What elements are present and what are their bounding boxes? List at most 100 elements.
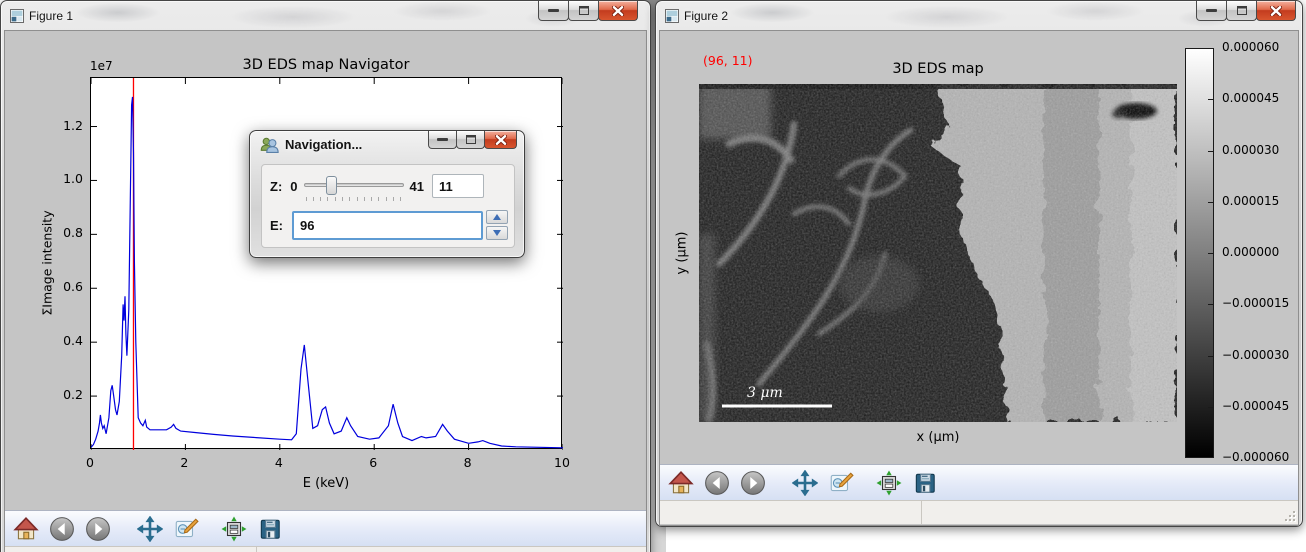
eds-map-image[interactable]: 3 μm (699, 84, 1177, 422)
figure1-maximize-button[interactable] (568, 1, 599, 21)
navigation-dialog: Navigation... Z: 0 (249, 130, 525, 258)
save-icon (257, 516, 283, 542)
z-axis-label: Z: (270, 179, 282, 194)
forward-button[interactable] (740, 470, 766, 496)
pan-icon (137, 516, 163, 542)
y-tick-label: 0.6 (41, 279, 83, 294)
statusbar-cell (922, 501, 1298, 524)
close-icon (495, 135, 507, 145)
y-tick-label: 1.2 (41, 118, 83, 133)
e-value-input[interactable] (292, 211, 483, 240)
figure2-statusbar (660, 500, 1298, 524)
minimize-icon (548, 9, 559, 12)
figure1-offset-text: 1e7 (90, 59, 113, 73)
pan-button[interactable] (137, 516, 163, 542)
configure-subplots-button[interactable] (876, 470, 902, 496)
colorbar-tick-label: 0.000015 (1222, 194, 1279, 208)
z-slider-track[interactable] (304, 183, 404, 187)
people-icon (260, 136, 279, 153)
figure2-minimize-button[interactable] (1196, 1, 1227, 21)
y-tick-label: 0.4 (41, 333, 83, 348)
figure1-xlabel: E (keV) (90, 476, 562, 491)
home-icon (668, 470, 694, 496)
colorbar-tick-mark (1208, 202, 1214, 203)
figure2-canvas: (96, 11) 3D EDS map y (μm) x (μm) (659, 30, 1299, 526)
pan-button[interactable] (792, 470, 818, 496)
matplotlib-window-icon (665, 9, 679, 23)
colorbar-tick-label: 0.000060 (1222, 40, 1279, 54)
statusbar-cell (257, 547, 646, 552)
figure2-toolbar (660, 464, 1298, 500)
zoom-rect-button[interactable] (173, 516, 199, 542)
figure1-close-button[interactable] (598, 1, 638, 21)
arrow-up-icon (493, 214, 501, 220)
dialog-close-button[interactable] (484, 131, 517, 149)
x-tick-label: 4 (262, 455, 296, 470)
dialog-maximize-button[interactable] (456, 131, 485, 149)
z-min-label: 0 (290, 179, 297, 194)
maximize-icon (466, 135, 476, 144)
zoom-rect-icon (173, 516, 199, 542)
forward-button[interactable] (85, 516, 111, 542)
z-value-input[interactable] (432, 174, 484, 198)
statusbar-cell (5, 547, 257, 552)
figure2-window: Figure 2 (96, 11) 3D EDS map y (μm) x (μ… (655, 0, 1303, 527)
statusbar-cell (660, 501, 922, 524)
figure2-ylabel: y (μm) (675, 232, 690, 275)
colorbar-tick-mark (1208, 151, 1214, 152)
y-tick-label: 0.8 (41, 225, 83, 240)
minimize-icon (437, 138, 448, 141)
zoom-rect-button[interactable] (828, 470, 854, 496)
figure2-maximize-button[interactable] (1226, 1, 1257, 21)
figure2-window-title: Figure 2 (684, 9, 728, 23)
resize-grip[interactable] (1285, 511, 1295, 521)
desktop: Figure 1 3D EDS map Navigator 1e7 ΣImage… (0, 0, 1306, 552)
colorbar-tick-label: 0.000030 (1222, 143, 1279, 157)
save-button[interactable] (257, 516, 283, 542)
back-button[interactable] (704, 470, 730, 496)
x-tick-label: 6 (356, 455, 390, 470)
colorbar-tick-label: −0.000030 (1222, 348, 1289, 362)
home-icon (13, 516, 39, 542)
y-tick-label: 0.2 (41, 387, 83, 402)
save-button[interactable] (912, 470, 938, 496)
x-tick-label: 8 (451, 455, 485, 470)
home-button[interactable] (668, 470, 694, 496)
dialog-minimize-button[interactable] (428, 131, 457, 149)
spin-down-button[interactable] (486, 226, 508, 240)
z-slider-ticks (306, 197, 402, 202)
z-slider-handle[interactable] (326, 176, 337, 195)
figure1-window: Figure 1 3D EDS map Navigator 1e7 ΣImage… (0, 0, 651, 552)
save-icon (912, 470, 938, 496)
spin-up-button[interactable] (486, 210, 508, 224)
figure2-xlabel: x (μm) (699, 430, 1177, 445)
figure1-minimize-button[interactable] (538, 1, 569, 21)
configure-subplots-icon (876, 470, 902, 496)
pan-icon (792, 470, 818, 496)
close-icon (612, 6, 624, 16)
x-tick-label: 0 (73, 455, 107, 470)
x-tick-label: 2 (167, 455, 201, 470)
home-button[interactable] (13, 516, 39, 542)
colorbar-tick-mark (1208, 304, 1214, 305)
z-slider[interactable] (304, 176, 404, 196)
figure1-window-title: Figure 1 (29, 9, 73, 23)
e-value-spinner (486, 210, 508, 240)
z-max-label: 41 (410, 179, 424, 194)
forward-icon (85, 516, 111, 542)
colorbar-tick-label: −0.000045 (1222, 399, 1289, 413)
back-icon (704, 470, 730, 496)
minimize-icon (1206, 9, 1217, 12)
colorbar-tick-label: 0.000000 (1222, 245, 1279, 259)
y-tick-label: 1.0 (41, 171, 83, 186)
colorbar-tick-mark (1208, 407, 1214, 408)
maximize-icon (1237, 6, 1247, 15)
figure2-close-button[interactable] (1256, 1, 1296, 21)
matplotlib-window-icon (10, 9, 24, 23)
e-axis-label: E: (270, 218, 283, 233)
figure1-canvas: 3D EDS map Navigator 1e7 ΣImage intensit… (4, 30, 647, 552)
navigation-controls-group: Z: 0 41 E: (261, 164, 515, 248)
back-button[interactable] (49, 516, 75, 542)
configure-subplots-button[interactable] (221, 516, 247, 542)
zoom-rect-icon (828, 470, 854, 496)
